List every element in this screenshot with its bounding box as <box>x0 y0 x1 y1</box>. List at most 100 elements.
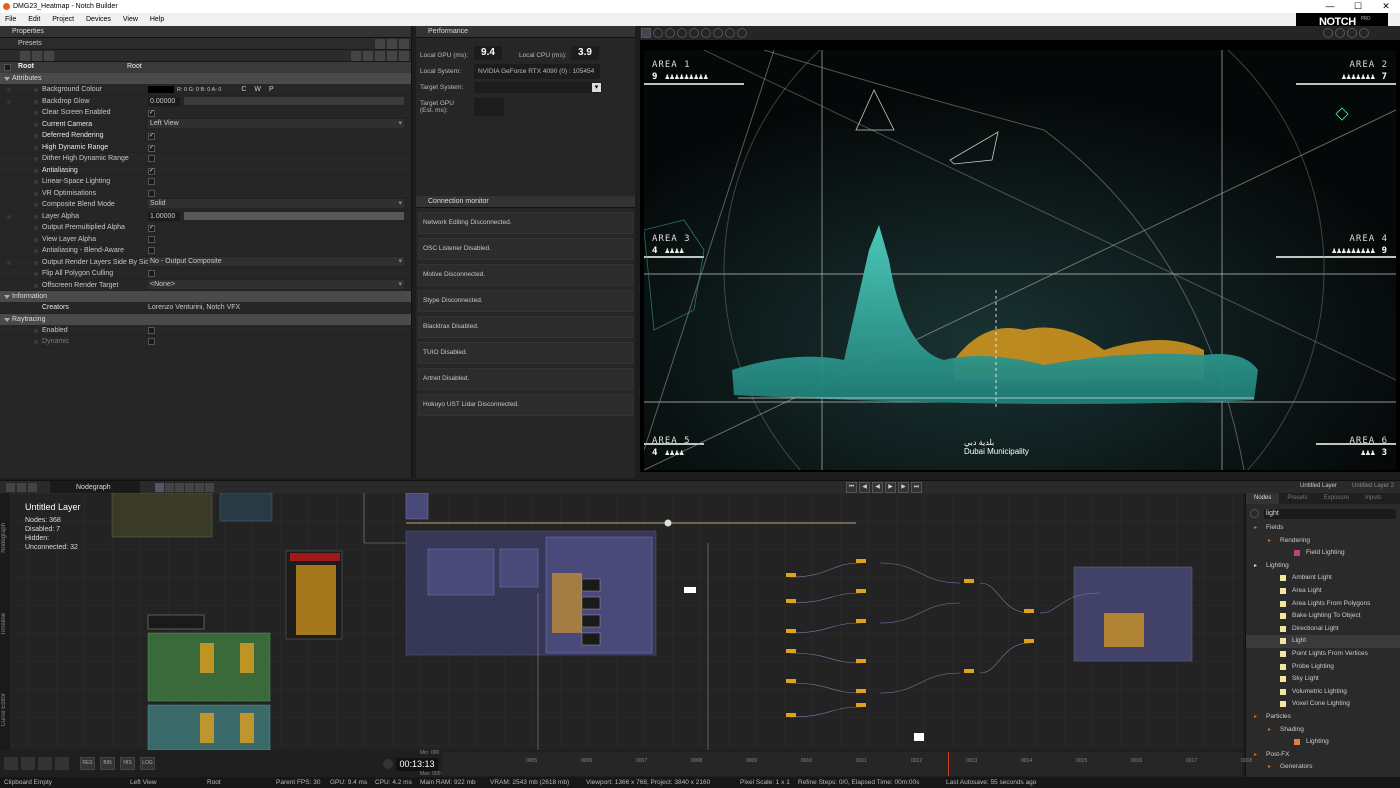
information-section[interactable]: Information <box>0 291 411 302</box>
hdr-checkbox[interactable]: ✓ <box>148 144 155 152</box>
prop-current-camera[interactable]: Current Camera Left View <box>0 118 411 130</box>
vr-checkbox[interactable] <box>148 189 155 197</box>
node-list-item[interactable]: Light <box>1246 635 1400 648</box>
current-camera-dropdown[interactable]: Left View <box>148 118 404 128</box>
rewind-icon[interactable]: ◀ <box>872 482 883 493</box>
prop-background-colour[interactable]: Background Colour R: 0 G: 0 B: 0 A: 0CWP <box>0 84 411 96</box>
clear-screen-checkbox[interactable]: ✓ <box>148 110 155 117</box>
node-category[interactable]: ▸ Post-FX <box>1246 749 1400 762</box>
res-button[interactable]: RES <box>80 757 95 770</box>
pin-icon[interactable] <box>55 757 69 770</box>
prev-key-icon[interactable]: ◀ <box>859 482 870 493</box>
menu-help[interactable]: Help <box>150 16 164 23</box>
duplicate-icon[interactable] <box>375 51 385 61</box>
node-list-item[interactable]: Area Light <box>1246 585 1400 598</box>
aa-blend-checkbox[interactable] <box>148 247 155 254</box>
antialias-checkbox[interactable]: ✓ <box>148 167 155 175</box>
menu-devices[interactable]: Devices <box>86 16 111 23</box>
prop-rt-dynamic[interactable]: Dynamic <box>0 336 411 348</box>
side-tab-nodegraph[interactable]: Nodegraph <box>1 523 9 553</box>
layer-tab-2[interactable]: Untitled Layer 2 <box>1352 483 1394 489</box>
menu-project[interactable]: Project <box>52 16 74 23</box>
node-list-item[interactable]: Field Lighting <box>1246 547 1400 560</box>
preset-add-icon[interactable] <box>387 39 397 49</box>
ng-tool-icon[interactable] <box>175 483 184 492</box>
colour-c-button[interactable]: C <box>241 86 246 93</box>
prop-layer-alpha[interactable]: Layer Alpha 1.00000 <box>0 211 411 222</box>
gear-icon[interactable] <box>21 757 35 770</box>
flip-culling-checkbox[interactable] <box>148 270 155 277</box>
prop-vr[interactable]: VR Optimisations <box>0 188 411 199</box>
vp-pan-icon[interactable] <box>665 28 675 38</box>
raytracing-section[interactable]: Raytracing <box>0 313 411 325</box>
prop-deferred-rendering[interactable]: Deferred Rendering ✓ <box>0 130 411 142</box>
node-list-item[interactable]: Lighting <box>1246 736 1400 749</box>
prop-antialiasing[interactable]: Antialiasing ✓ <box>0 165 411 176</box>
playhead[interactable] <box>948 752 949 776</box>
node-list-item[interactable]: Probe Lighting <box>1246 661 1400 674</box>
ng-tool-icon[interactable] <box>205 483 214 492</box>
tab-exposure[interactable]: Exposure <box>1316 493 1357 504</box>
vp-fullscreen-icon[interactable] <box>1359 28 1369 38</box>
target-system-dropdown[interactable]: ▾ <box>474 82 602 93</box>
preset-down-icon[interactable] <box>375 39 385 49</box>
side-tab-timeline[interactable]: Timeline <box>1 613 9 635</box>
prop-rt-enabled[interactable]: Enabled <box>0 325 411 336</box>
ng-tool-icon[interactable] <box>155 483 164 492</box>
vp-rotate-icon[interactable] <box>653 28 663 38</box>
node-category[interactable]: ▸ Fields <box>1246 522 1400 535</box>
filter-icon[interactable] <box>20 51 30 61</box>
ng-layout-icon[interactable] <box>28 483 37 492</box>
vp-tool-icon[interactable] <box>641 28 651 38</box>
menu-edit[interactable]: Edit <box>28 16 40 23</box>
forward-icon[interactable]: ▶ <box>898 482 909 493</box>
layer-alpha-value[interactable]: 1.00000 <box>148 211 180 221</box>
prop-clear-screen[interactable]: Clear Screen Enabled ✓ <box>0 107 411 119</box>
ng-new-icon[interactable] <box>6 483 15 492</box>
node-category[interactable]: ▸ Shading <box>1246 724 1400 737</box>
maximize-button[interactable]: ☐ <box>1344 0 1372 13</box>
node-search-input[interactable]: light <box>1264 509 1396 519</box>
node-list-item[interactable]: Bake Lighting To Object <box>1246 610 1400 623</box>
side-tab-curve-editor[interactable]: Curve Editor <box>1 693 9 726</box>
prop-backdrop-glow[interactable]: Backdrop Glow 0.00000 <box>0 96 411 107</box>
linear-checkbox[interactable] <box>148 178 155 185</box>
dither-checkbox[interactable] <box>148 155 155 162</box>
help-icon[interactable] <box>399 51 409 61</box>
node-category[interactable]: ▸ Lighting <box>1246 560 1400 573</box>
prop-linear-lighting[interactable]: Linear-Space Lighting <box>0 176 411 188</box>
settings-gear-icon[interactable] <box>4 757 18 770</box>
vp-wire-icon[interactable] <box>737 28 747 38</box>
vp-zoom-icon[interactable] <box>677 28 687 38</box>
layer-tab-1[interactable]: Untitled Layer <box>1300 483 1337 489</box>
vp-bounds-icon[interactable] <box>725 28 735 38</box>
vp-overlay-icon[interactable] <box>1335 28 1345 38</box>
node-category[interactable]: ▸ Particles <box>1246 711 1400 724</box>
layer-alpha-slider[interactable] <box>184 211 404 220</box>
node-list-item[interactable]: Ambient Light <box>1246 572 1400 585</box>
blend-mode-dropdown[interactable]: Solid <box>148 199 404 208</box>
ng-tool-icon[interactable] <box>185 483 194 492</box>
vp-light-icon[interactable] <box>713 28 723 38</box>
timeline-lock-icon[interactable] <box>383 759 393 769</box>
node-category[interactable]: ▸ Generators <box>1246 761 1400 774</box>
backdrop-glow-value[interactable]: 0.00000 <box>148 96 180 106</box>
menu-file[interactable]: File <box>5 16 16 23</box>
bin-button[interactable]: BIN <box>100 757 115 770</box>
timecode-display[interactable]: 00:13:13 <box>396 758 438 771</box>
skip-end-icon[interactable]: ⏭ <box>911 482 922 493</box>
prop-aa-blend[interactable]: Antialiasing - Blend-Aware <box>0 245 411 257</box>
log-button[interactable]: LOG <box>140 757 155 770</box>
timeline-ruler[interactable]: 0005 0006 0007 0008 0009 0010 0011 0012 0013 0014… <box>442 752 1252 776</box>
premult-checkbox[interactable]: ✓ <box>148 225 155 232</box>
colour-p-button[interactable]: P <box>269 86 274 93</box>
his-button[interactable]: HIS <box>120 757 135 770</box>
tab-nodes[interactable]: Nodes <box>1246 493 1280 504</box>
close-button[interactable]: ✕ <box>1372 0 1400 13</box>
minimize-button[interactable]: — <box>1316 0 1344 13</box>
colour-w-button[interactable]: W <box>254 86 261 93</box>
favorite-icon[interactable] <box>387 51 397 61</box>
paste-icon[interactable] <box>363 51 373 61</box>
prop-flip-culling[interactable]: Flip All Polygon Culling <box>0 268 411 280</box>
offscreen-target-dropdown[interactable]: <None> <box>148 279 404 289</box>
